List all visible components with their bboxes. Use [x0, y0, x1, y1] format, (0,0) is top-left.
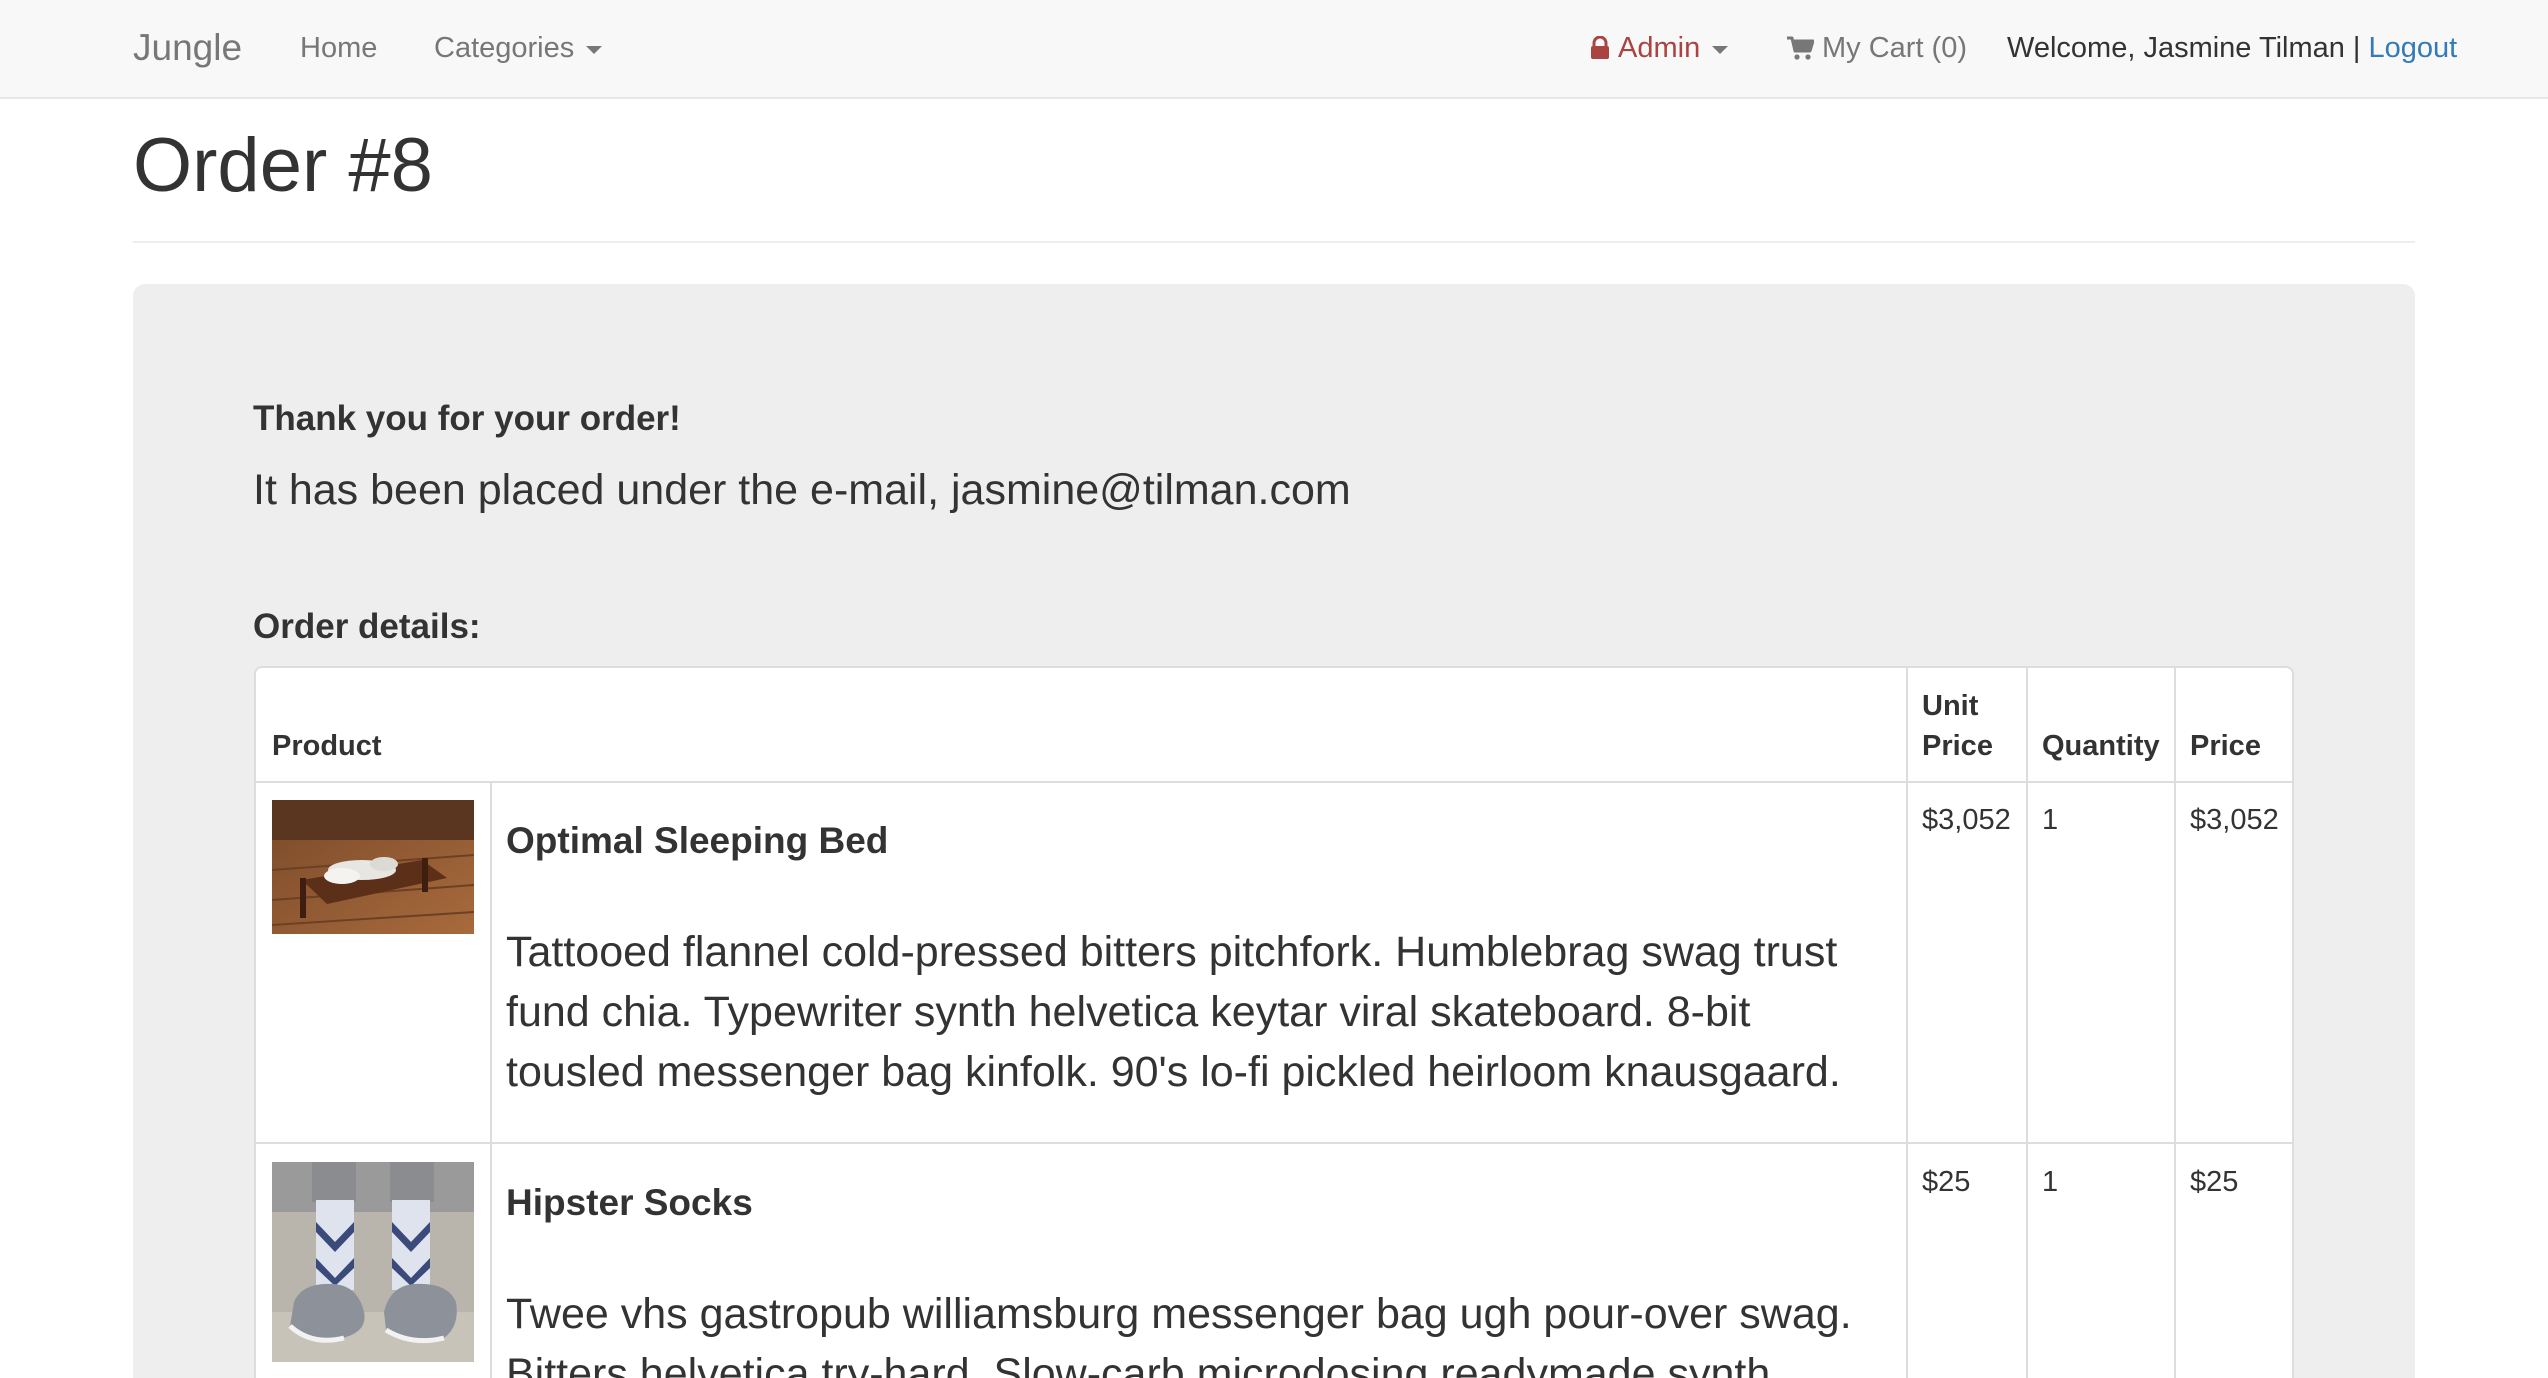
- nav-categories-dropdown[interactable]: Categories: [434, 0, 603, 96]
- logout-link[interactable]: Logout: [2368, 32, 2457, 65]
- header-unit-price: Unit Price: [1922, 686, 1993, 766]
- quantity: 1: [2042, 1166, 2059, 1198]
- caret-down-icon: [586, 46, 603, 54]
- header-unit-price-line1: Unit: [1922, 690, 1979, 722]
- thank-you-heading: Thank you for your order!: [253, 399, 681, 438]
- column-divider: [2174, 668, 2176, 1378]
- brand-link[interactable]: Jungle: [133, 0, 242, 96]
- column-divider: [1906, 668, 1908, 1378]
- product-image-sleeping-bed[interactable]: [272, 800, 474, 934]
- product-name[interactable]: Optimal Sleeping Bed: [506, 816, 888, 866]
- order-details-label: Order details:: [253, 607, 481, 646]
- lock-icon: [1591, 36, 1609, 59]
- welcome-separator: |: [2352, 31, 2361, 64]
- socks-image: [272, 1162, 474, 1362]
- quantity: 1: [2042, 804, 2059, 836]
- row-divider: [256, 1142, 2292, 1144]
- product-image-hipster-socks[interactable]: [272, 1162, 474, 1362]
- column-divider: [490, 782, 492, 1378]
- line-price: $3,052: [2190, 804, 2279, 836]
- nav-cart-label: My Cart (0): [1822, 31, 1967, 64]
- nav-categories-label: Categories: [434, 31, 575, 64]
- unit-price: $25: [1922, 1166, 1971, 1198]
- welcome-text: Welcome, Jasmine Tilman: [2007, 31, 2345, 64]
- nav-admin-label: Admin: [1618, 31, 1701, 64]
- bed-image: [272, 800, 474, 934]
- column-divider: [2026, 668, 2028, 1378]
- line-price: $25: [2190, 1166, 2239, 1198]
- page-title: Order #8: [133, 123, 433, 208]
- product-description: Tattooed flannel cold-pressed bitters pi…: [506, 928, 1841, 1096]
- order-details-table: Product Unit Price Quantity Price Optima…: [254, 666, 2294, 1378]
- nav-admin-dropdown[interactable]: Admin: [1590, 0, 1729, 96]
- nav-cart-link[interactable]: My Cart (0): [1786, 0, 1967, 96]
- header-unit-price-line2: Price: [1922, 730, 1993, 762]
- shopping-cart-icon: [1787, 36, 1814, 60]
- header-product: Product: [272, 730, 382, 762]
- header-row-divider: [256, 781, 2292, 783]
- top-navbar: Jungle Home Categories Admin My Cart (0)…: [0, 0, 2548, 99]
- header-price: Price: [2190, 730, 2261, 762]
- order-email-message: It has been placed under the e-mail, jas…: [253, 466, 1351, 514]
- product-description: Twee vhs gastropub williamsburg messenge…: [506, 1290, 1852, 1378]
- product-name[interactable]: Hipster Socks: [506, 1178, 753, 1228]
- nav-home-link[interactable]: Home: [300, 0, 377, 96]
- unit-price: $3,052: [1922, 804, 2011, 836]
- caret-down-icon: [1712, 46, 1729, 54]
- user-welcome: Welcome, Jasmine Tilman | Logout: [2007, 0, 2457, 96]
- header-quantity: Quantity: [2042, 730, 2160, 762]
- header-divider: [133, 241, 2415, 243]
